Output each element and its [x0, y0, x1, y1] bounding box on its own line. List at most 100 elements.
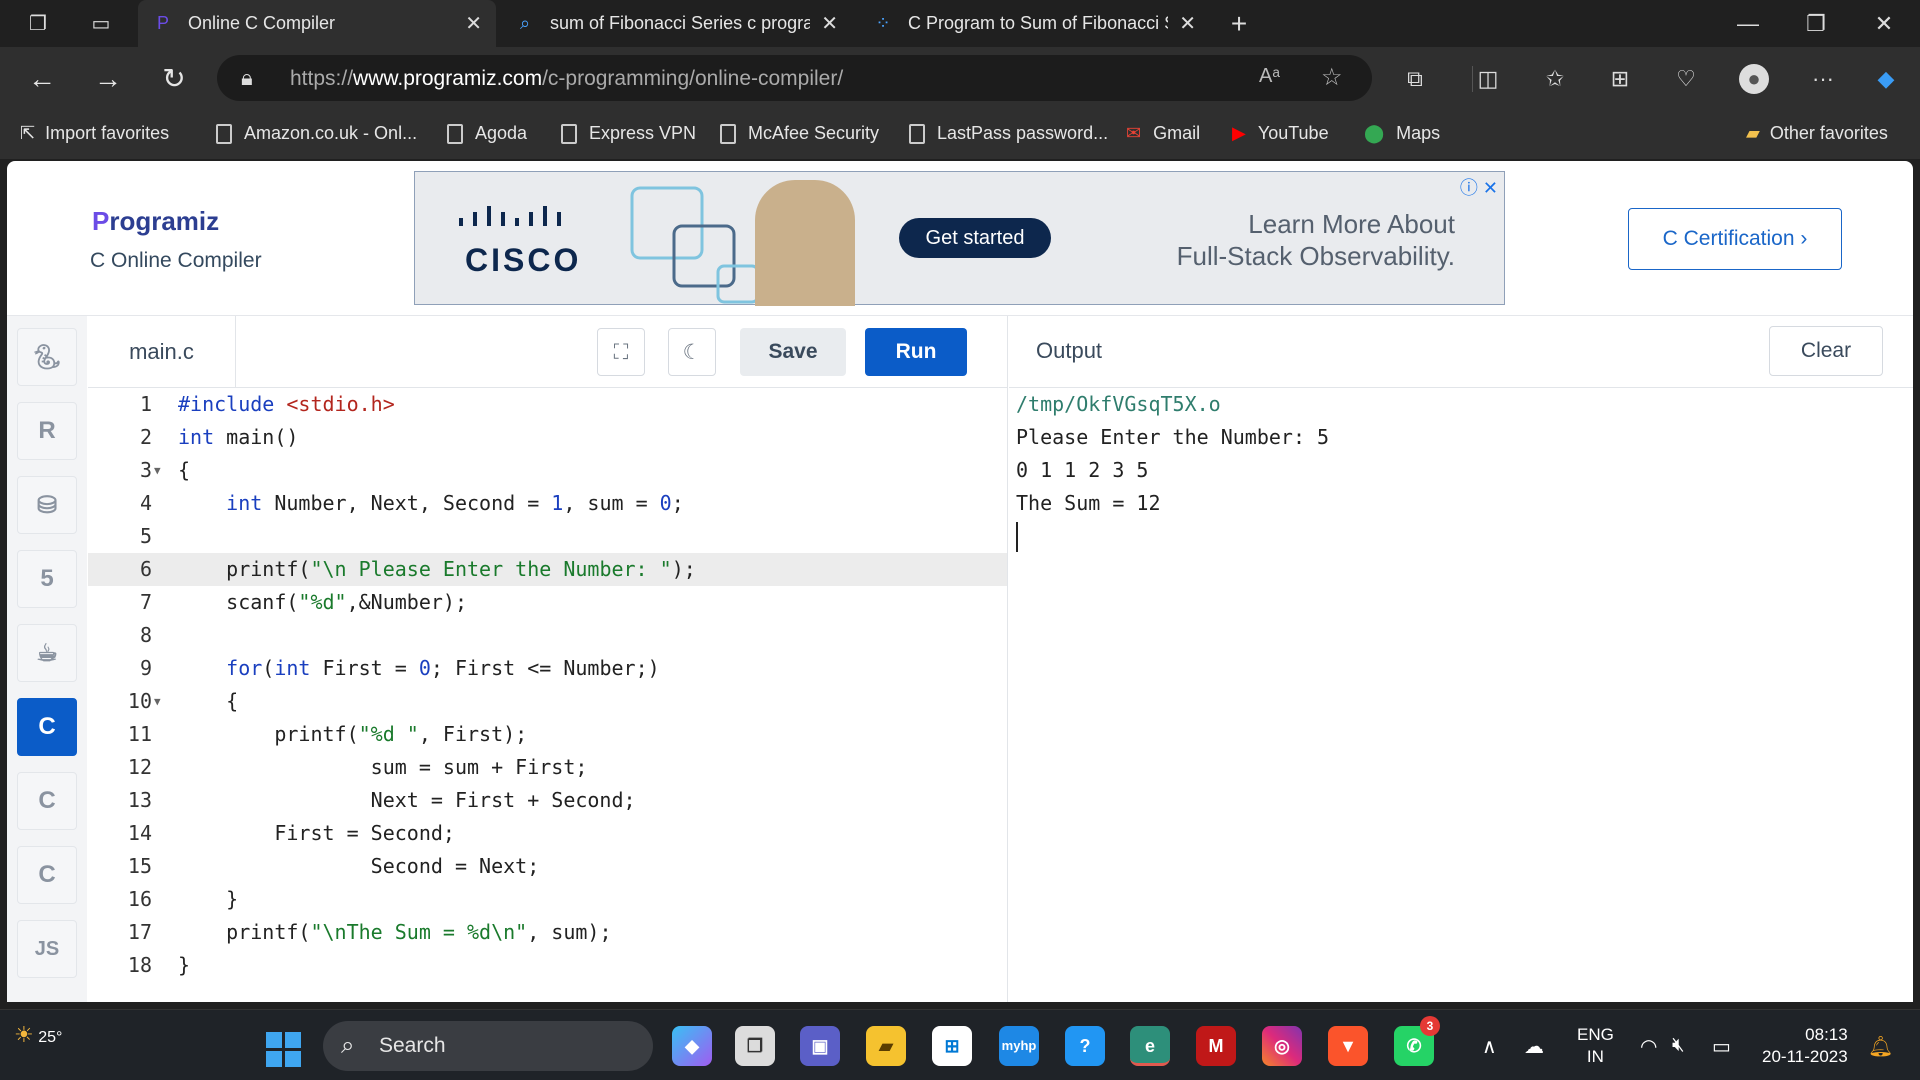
close-icon[interactable]: ✕ — [821, 11, 838, 36]
tab-fibonacci-search[interactable]: ⌕ sum of Fibonacci Series c progra ✕ — [500, 0, 852, 47]
input-language[interactable]: ENG IN — [1577, 1024, 1614, 1068]
file-explorer-icon[interactable]: ▰ — [866, 1026, 906, 1066]
c-language-icon[interactable]: C — [17, 698, 77, 756]
programiz-logo[interactable]: Programiz — [92, 206, 219, 237]
notification-bell-icon[interactable]: 🔔︎ — [1868, 1034, 1893, 1059]
output-console[interactable]: /tmp/OkfVGsqT5X.o Please Enter the Numbe… — [1016, 388, 1329, 552]
bookmark-express-vpn[interactable]: Express VPN — [561, 123, 696, 144]
bookmark-amazon[interactable]: Amazon.co.uk - Onl... — [216, 123, 417, 144]
volume-muted-icon[interactable]: 🔇︎ — [1672, 1034, 1685, 1057]
myhp-icon[interactable]: myhp — [999, 1026, 1039, 1066]
bookmark-label: Agoda — [475, 123, 528, 143]
clock[interactable]: 08:13 20-11-2023 — [1762, 1024, 1848, 1068]
cpp-icon[interactable]: C — [17, 772, 77, 830]
whatsapp-icon[interactable]: ✆ 3 — [1394, 1016, 1440, 1066]
bookmark-label: Express VPN — [589, 123, 697, 143]
tab-c-program-fibonacci[interactable]: ⁘ C Program to Sum of Fibonacci S ✕ — [858, 0, 1210, 47]
text-cursor — [1016, 522, 1018, 552]
taskbar-search[interactable]: ⌕ Search — [323, 1021, 653, 1071]
url-text: https://www.programiz.com/c-programming/… — [290, 67, 844, 90]
collections-icon[interactable]: ⊞ — [1605, 64, 1635, 94]
output-panel: Output Clear /tmp/OkfVGsqT5X.o Please En… — [1009, 316, 1913, 1002]
bookmark-agoda[interactable]: Agoda — [447, 123, 527, 144]
favorite-star-icon[interactable]: ☆ — [1321, 63, 1343, 92]
dark-mode-moon-icon[interactable]: ☾ — [668, 328, 716, 376]
read-aloud-icon[interactable]: Aᵃ — [1259, 65, 1280, 88]
get-help-icon[interactable]: ? — [1065, 1026, 1105, 1066]
favorites-icon[interactable]: ✩ — [1540, 64, 1570, 94]
teams-chat-icon[interactable]: ▣ — [800, 1026, 840, 1066]
python-icon[interactable]: 🐍︎ — [17, 328, 77, 386]
bookmark-other-favorites[interactable]: ▰ Other favorites — [1746, 123, 1888, 144]
run-button[interactable]: Run — [865, 328, 967, 376]
tab-actions-icon[interactable]: ▭ — [89, 12, 113, 36]
fullscreen-icon[interactable]: ⛶ — [597, 328, 645, 376]
forward-arrow-icon[interactable]: → — [92, 63, 124, 95]
c-certification-button[interactable]: C Certification › — [1628, 208, 1842, 270]
fold-arrow-icon[interactable]: ▼ — [154, 685, 161, 718]
file-tab-main-c[interactable]: main.c — [88, 316, 236, 388]
edge-browser-icon[interactable]: e — [1130, 1026, 1170, 1066]
code-line: 1 #include <stdio.h> — [139, 392, 395, 416]
save-button[interactable]: Save — [740, 328, 846, 376]
editor-toolbar: main.c ⛶ ☾ Save Run — [88, 316, 1008, 388]
page-icon — [216, 123, 232, 144]
brave-browser-icon[interactable]: ▼ — [1328, 1026, 1368, 1066]
show-hidden-icons-chevron-icon[interactable]: ∧ — [1482, 1034, 1497, 1059]
javascript-icon[interactable]: JS — [17, 920, 77, 978]
code-line: 3 ▼{ — [88, 454, 1007, 487]
r-language-icon[interactable]: R — [17, 402, 77, 460]
bookmark-maps[interactable]: ⬤ Maps — [1364, 123, 1440, 144]
onedrive-icon[interactable]: ☁︎ — [1524, 1034, 1544, 1059]
ad-get-started-button[interactable]: Get started — [899, 218, 1051, 258]
extensions-icon[interactable]: ⧉ — [1400, 64, 1430, 94]
navigation-bar: ← → ↻ 🔒︎ https://www.programiz.com/c-pro… — [0, 47, 1920, 111]
close-icon[interactable]: ✕ — [1179, 11, 1196, 36]
bookmark-label: YouTube — [1257, 123, 1329, 143]
page-icon — [909, 123, 925, 144]
bookmark-lastpass[interactable]: LastPass password... — [909, 123, 1108, 144]
page-subtitle: C Online Compiler — [90, 249, 262, 272]
bookmark-label: Maps — [1396, 123, 1441, 143]
java-icon[interactable]: ☕︎ — [17, 624, 77, 682]
instagram-icon[interactable]: ◎ — [1262, 1026, 1302, 1066]
profile-avatar-icon[interactable]: ● — [1739, 64, 1769, 94]
browser-essentials-icon[interactable]: ♡ — [1671, 64, 1701, 94]
advertisement-banner[interactable]: CISCO Get started Learn More About Full-… — [414, 171, 1505, 306]
copilot-icon[interactable]: ◆ — [1871, 64, 1901, 94]
minimize-icon[interactable]: — — [1714, 0, 1782, 47]
code-area[interactable]: 1 #include <stdio.h> 2 int main() 3 ▼{ 4 in… — [88, 388, 1007, 1002]
bookmark-import-favorites[interactable]: ⇱ Import favorites — [20, 123, 169, 144]
bookmark-youtube[interactable]: ▶ YouTube — [1232, 123, 1329, 144]
weather-sun-cloud-icon: ☀︎ — [14, 1022, 34, 1047]
clear-button[interactable]: Clear — [1769, 326, 1883, 376]
window-close-icon[interactable]: ✕ — [1850, 0, 1918, 47]
ad-info-close-icon[interactable]: ⓘ ✕ — [1460, 174, 1498, 200]
weather-widget[interactable]: ☀︎ 25° — [14, 1022, 62, 1048]
page-icon — [720, 123, 736, 144]
output-line: Please Enter the Number: 5 — [1016, 425, 1330, 449]
wifi-icon[interactable]: ◠ — [1640, 1034, 1657, 1059]
close-icon[interactable]: ✕ — [465, 11, 482, 36]
address-bar[interactable]: 🔒︎ https://www.programiz.com/c-programmi… — [217, 55, 1372, 101]
bookmark-mcafee[interactable]: McAfee Security — [720, 123, 879, 144]
bookmark-gmail[interactable]: ✉ Gmail — [1126, 123, 1200, 144]
battery-icon[interactable]: ▭ — [1712, 1034, 1731, 1059]
back-arrow-icon[interactable]: ← — [26, 63, 58, 95]
restore-icon[interactable]: ❐ — [1782, 0, 1850, 47]
start-windows-icon[interactable] — [266, 1032, 302, 1068]
mcafee-icon[interactable]: M — [1196, 1026, 1236, 1066]
sql-database-icon[interactable]: ⛁ — [17, 476, 77, 534]
html5-icon[interactable]: 5 — [17, 550, 77, 608]
tab-online-c-compiler[interactable]: P Online C Compiler ✕ — [138, 0, 496, 47]
copilot-pre-icon[interactable]: ◆ — [672, 1026, 712, 1066]
split-screen-icon[interactable]: ◫ — [1473, 64, 1503, 94]
refresh-icon[interactable]: ↻ — [158, 63, 190, 95]
new-tab-icon[interactable]: + — [1227, 10, 1251, 38]
task-view-icon[interactable]: ❐ — [735, 1026, 775, 1066]
fold-arrow-icon[interactable]: ▼ — [154, 454, 161, 487]
workspaces-icon[interactable]: ❐ — [26, 12, 50, 36]
microsoft-store-icon[interactable]: ⊞ — [932, 1026, 972, 1066]
csharp-icon[interactable]: C — [17, 846, 77, 904]
more-menu-icon[interactable]: ··· — [1808, 64, 1838, 94]
